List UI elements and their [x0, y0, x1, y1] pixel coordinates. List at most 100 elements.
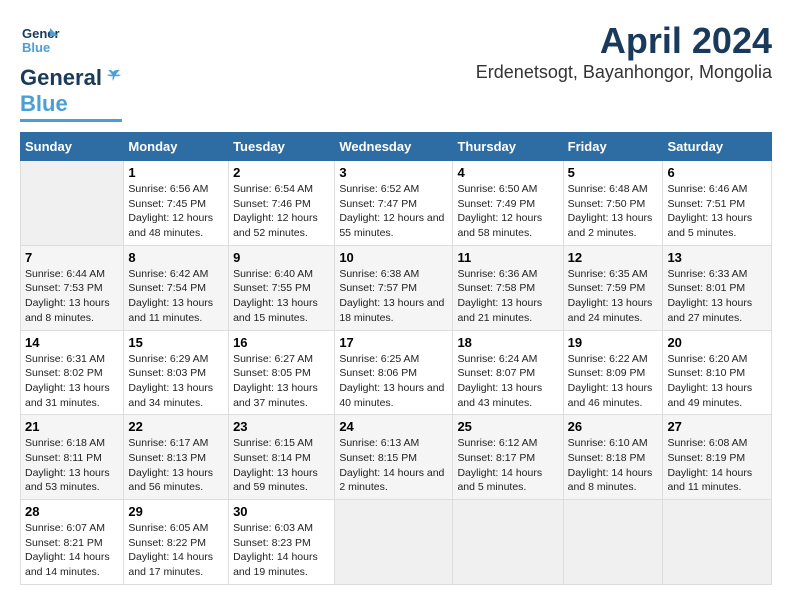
day-info: Sunrise: 6:22 AMSunset: 8:09 PMDaylight:…: [568, 352, 659, 411]
day-number: 7: [25, 250, 119, 265]
calendar-cell: 1 Sunrise: 6:56 AMSunset: 7:45 PMDaylight…: [124, 161, 229, 246]
day-number: 29: [128, 504, 224, 519]
logo-general: General: [20, 65, 102, 91]
calendar-cell: 12Sunrise: 6:35 AMSunset: 7:59 PMDayligh…: [563, 245, 663, 330]
calendar-cell: 15Sunrise: 6:29 AMSunset: 8:03 PMDayligh…: [124, 330, 229, 415]
day-number: 9: [233, 250, 330, 265]
calendar-cell: 26 Sunrise: 6:10 AMSunset: 8:18 PMDayligh…: [563, 415, 663, 500]
day-info: Sunrise: 6:56 AMSunset: 7:45 PMDaylight:…: [128, 182, 224, 241]
calendar-cell: 20 Sunrise: 6:20 AMSunset: 8:10 PMDayligh…: [663, 330, 772, 415]
header-day-friday: Friday: [563, 133, 663, 161]
logo: General Blue General Blue: [20, 20, 122, 122]
calendar-cell: 6 Sunrise: 6:46 AMSunset: 7:51 PMDaylight…: [663, 161, 772, 246]
calendar-cell: 24Sunrise: 6:13 AMSunset: 8:15 PMDayligh…: [335, 415, 453, 500]
calendar-cell: 2 Sunrise: 6:54 AMSunset: 7:46 PMDaylight…: [229, 161, 335, 246]
day-number: 21: [25, 419, 119, 434]
day-info: Sunrise: 6:33 AMSunset: 8:01 PMDaylight:…: [667, 267, 767, 326]
calendar-cell: 21 Sunrise: 6:18 AMSunset: 8:11 PMDayligh…: [21, 415, 124, 500]
logo-icon: General Blue: [20, 20, 60, 60]
day-number: 2: [233, 165, 330, 180]
day-number: 25: [457, 419, 558, 434]
day-info: Sunrise: 6:24 AMSunset: 8:07 PMDaylight:…: [457, 352, 558, 411]
day-info: Sunrise: 6:03 AMSunset: 8:23 PMDaylight:…: [233, 521, 330, 580]
page-subtitle: Erdenetsogt, Bayanhongor, Mongolia: [476, 62, 772, 83]
calendar-cell: [663, 500, 772, 585]
calendar-cell: 28Sunrise: 6:07 AMSunset: 8:21 PMDayligh…: [21, 500, 124, 585]
day-info: Sunrise: 6:17 AMSunset: 8:13 PMDaylight:…: [128, 436, 224, 495]
day-number: 18: [457, 335, 558, 350]
day-info: Sunrise: 6:46 AMSunset: 7:51 PMDaylight:…: [667, 182, 767, 241]
calendar-cell: 19Sunrise: 6:22 AMSunset: 8:09 PMDayligh…: [563, 330, 663, 415]
calendar-cell: 29 Sunrise: 6:05 AMSunset: 8:22 PMDayligh…: [124, 500, 229, 585]
day-info: Sunrise: 6:44 AMSunset: 7:53 PMDaylight:…: [25, 267, 119, 326]
calendar-cell: 30 Sunrise: 6:03 AMSunset: 8:23 PMDayligh…: [229, 500, 335, 585]
day-info: Sunrise: 6:50 AMSunset: 7:49 PMDaylight:…: [457, 182, 558, 241]
calendar-cell: [453, 500, 563, 585]
day-number: 6: [667, 165, 767, 180]
day-info: Sunrise: 6:18 AMSunset: 8:11 PMDaylight:…: [25, 436, 119, 495]
calendar-cell: 4Sunrise: 6:50 AMSunset: 7:49 PMDaylight…: [453, 161, 563, 246]
calendar-cell: 25 Sunrise: 6:12 AMSunset: 8:17 PMDayligh…: [453, 415, 563, 500]
logo-underline: [20, 119, 122, 122]
header-day-thursday: Thursday: [453, 133, 563, 161]
calendar-cell: [563, 500, 663, 585]
calendar-cell: 9Sunrise: 6:40 AMSunset: 7:55 PMDaylight…: [229, 245, 335, 330]
day-info: Sunrise: 6:10 AMSunset: 8:18 PMDaylight:…: [568, 436, 659, 495]
day-number: 3: [339, 165, 448, 180]
day-info: Sunrise: 6:36 AMSunset: 7:58 PMDaylight:…: [457, 267, 558, 326]
calendar-cell: 3 Sunrise: 6:52 AMSunset: 7:47 PMDaylight…: [335, 161, 453, 246]
calendar-cell: 5 Sunrise: 6:48 AMSunset: 7:50 PMDaylight…: [563, 161, 663, 246]
day-number: 23: [233, 419, 330, 434]
day-number: 27: [667, 419, 767, 434]
calendar-cell: 14 Sunrise: 6:31 AMSunset: 8:02 PMDayligh…: [21, 330, 124, 415]
week-row-3: 14 Sunrise: 6:31 AMSunset: 8:02 PMDayligh…: [21, 330, 772, 415]
day-info: Sunrise: 6:52 AMSunset: 7:47 PMDaylight:…: [339, 182, 448, 241]
day-info: Sunrise: 6:05 AMSunset: 8:22 PMDaylight:…: [128, 521, 224, 580]
calendar-cell: 10 Sunrise: 6:38 AMSunset: 7:57 PMDayligh…: [335, 245, 453, 330]
day-number: 17: [339, 335, 448, 350]
day-info: Sunrise: 6:31 AMSunset: 8:02 PMDaylight:…: [25, 352, 119, 411]
calendar-cell: 11 Sunrise: 6:36 AMSunset: 7:58 PMDayligh…: [453, 245, 563, 330]
header-day-saturday: Saturday: [663, 133, 772, 161]
week-row-5: 28Sunrise: 6:07 AMSunset: 8:21 PMDayligh…: [21, 500, 772, 585]
calendar-cell: 13 Sunrise: 6:33 AMSunset: 8:01 PMDayligh…: [663, 245, 772, 330]
day-info: Sunrise: 6:27 AMSunset: 8:05 PMDaylight:…: [233, 352, 330, 411]
day-number: 1: [128, 165, 224, 180]
header-row: SundayMondayTuesdayWednesdayThursdayFrid…: [21, 133, 772, 161]
calendar-cell: 17 Sunrise: 6:25 AMSunset: 8:06 PMDayligh…: [335, 330, 453, 415]
day-info: Sunrise: 6:48 AMSunset: 7:50 PMDaylight:…: [568, 182, 659, 241]
day-number: 24: [339, 419, 448, 434]
day-number: 10: [339, 250, 448, 265]
day-info: Sunrise: 6:12 AMSunset: 8:17 PMDaylight:…: [457, 436, 558, 495]
day-number: 20: [667, 335, 767, 350]
calendar-cell: 8 Sunrise: 6:42 AMSunset: 7:54 PMDaylight…: [124, 245, 229, 330]
calendar-cell: [335, 500, 453, 585]
calendar-cell: [21, 161, 124, 246]
week-row-2: 7 Sunrise: 6:44 AMSunset: 7:53 PMDaylight…: [21, 245, 772, 330]
day-number: 28: [25, 504, 119, 519]
title-area: April 2024 Erdenetsogt, Bayanhongor, Mon…: [476, 20, 772, 83]
calendar-cell: 7 Sunrise: 6:44 AMSunset: 7:53 PMDaylight…: [21, 245, 124, 330]
day-number: 5: [568, 165, 659, 180]
day-info: Sunrise: 6:20 AMSunset: 8:10 PMDaylight:…: [667, 352, 767, 411]
day-number: 30: [233, 504, 330, 519]
day-number: 13: [667, 250, 767, 265]
day-info: Sunrise: 6:38 AMSunset: 7:57 PMDaylight:…: [339, 267, 448, 326]
day-info: Sunrise: 6:35 AMSunset: 7:59 PMDaylight:…: [568, 267, 659, 326]
week-row-1: 1 Sunrise: 6:56 AMSunset: 7:45 PMDaylight…: [21, 161, 772, 246]
page-title: April 2024: [476, 20, 772, 62]
day-number: 11: [457, 250, 558, 265]
day-number: 16: [233, 335, 330, 350]
calendar-cell: 22Sunrise: 6:17 AMSunset: 8:13 PMDayligh…: [124, 415, 229, 500]
day-info: Sunrise: 6:42 AMSunset: 7:54 PMDaylight:…: [128, 267, 224, 326]
calendar-cell: 23Sunrise: 6:15 AMSunset: 8:14 PMDayligh…: [229, 415, 335, 500]
header-day-tuesday: Tuesday: [229, 133, 335, 161]
day-info: Sunrise: 6:25 AMSunset: 8:06 PMDaylight:…: [339, 352, 448, 411]
day-number: 26: [568, 419, 659, 434]
day-info: Sunrise: 6:54 AMSunset: 7:46 PMDaylight:…: [233, 182, 330, 241]
calendar-cell: 16 Sunrise: 6:27 AMSunset: 8:05 PMDayligh…: [229, 330, 335, 415]
header-day-monday: Monday: [124, 133, 229, 161]
day-number: 8: [128, 250, 224, 265]
day-number: 14: [25, 335, 119, 350]
day-info: Sunrise: 6:29 AMSunset: 8:03 PMDaylight:…: [128, 352, 224, 411]
